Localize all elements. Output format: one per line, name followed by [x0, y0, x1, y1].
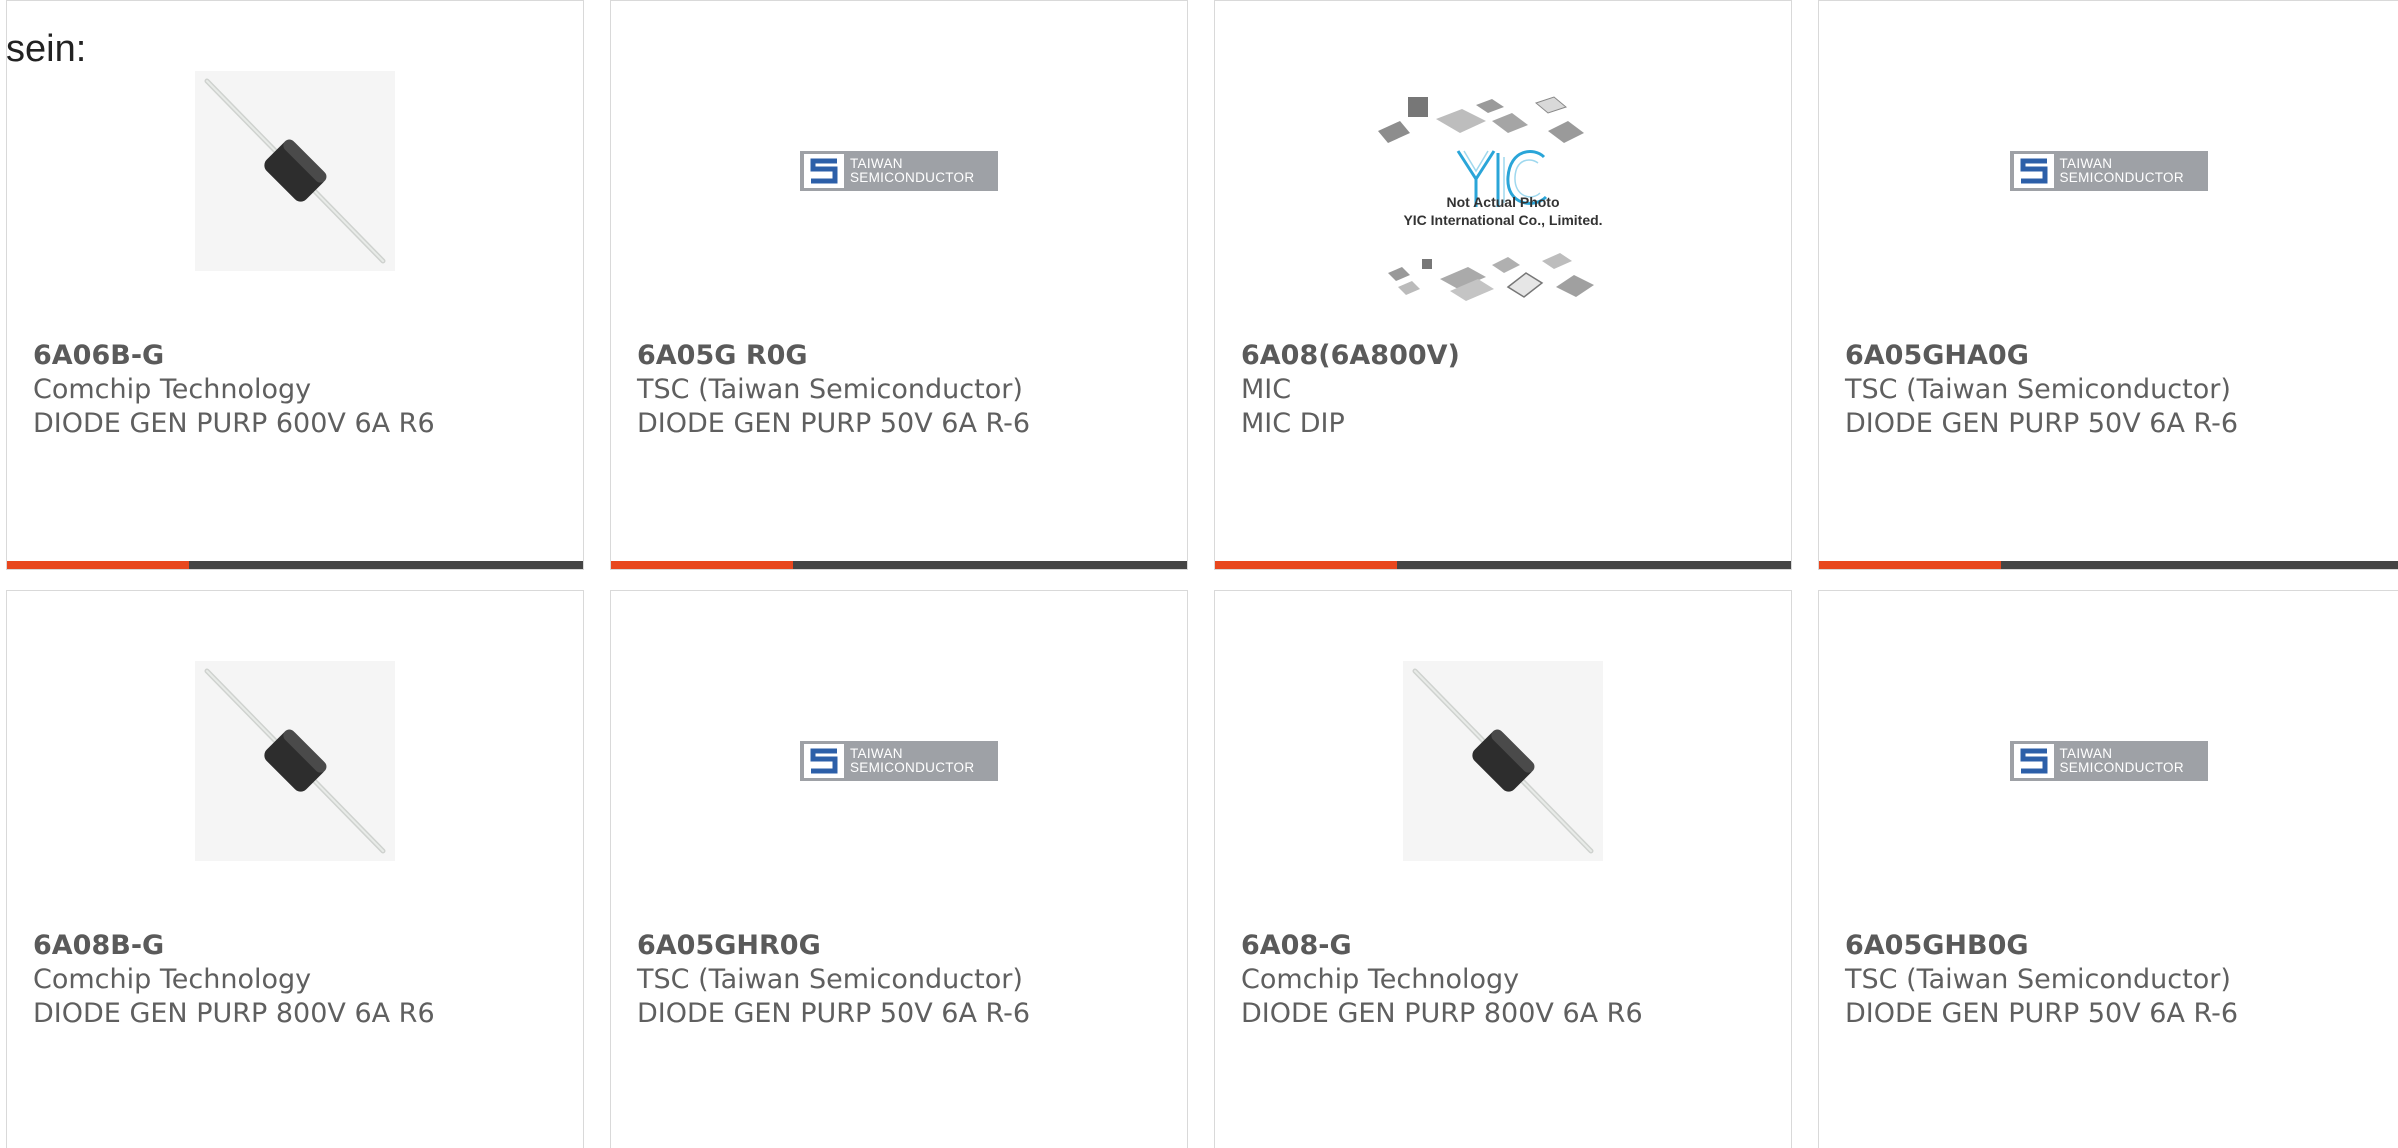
diode-icon: [1403, 661, 1603, 861]
part-number-link[interactable]: 6A05GHA0G: [1845, 339, 2238, 373]
product-card[interactable]: TAIWAN SEMICONDUCTOR 6A05GHR0G TSC (Taiw…: [610, 590, 1188, 1148]
taiwan-semiconductor-logo: TAIWAN SEMICONDUCTOR: [800, 151, 998, 191]
manufacturer: Comchip Technology: [1241, 964, 1520, 995]
product-card[interactable]: 6A06B-G Comchip Technology DIODE GEN PUR…: [6, 0, 584, 570]
description: DIODE GEN PURP 800V 6A R6: [33, 998, 435, 1029]
description: DIODE GEN PURP 50V 6A R-6: [637, 408, 1031, 439]
part-number-link[interactable]: 6A05G R0G: [637, 339, 1030, 373]
part-number-link[interactable]: 6A08(6A800V): [1241, 339, 1460, 373]
product-info: 6A05GHB0G TSC (Taiwan Semiconductor) DIO…: [1845, 929, 2238, 1031]
product-image[interactable]: [7, 651, 583, 871]
description: DIODE GEN PURP 600V 6A R6: [33, 408, 435, 439]
tsc-mark-icon: [804, 154, 844, 188]
product-info: 6A08-G Comchip Technology DIODE GEN PURP…: [1241, 929, 1643, 1031]
product-image[interactable]: TAIWAN SEMICONDUCTOR: [1819, 61, 2398, 281]
manufacturer: Comchip Technology: [33, 374, 312, 405]
product-image[interactable]: [7, 61, 583, 281]
product-image[interactable]: Not Actual Photo YIC International Co., …: [1215, 61, 1791, 341]
product-card[interactable]: TAIWAN SEMICONDUCTOR 6A05GHA0G TSC (Taiw…: [1818, 0, 2398, 570]
logo-text: TAIWAN SEMICONDUCTOR: [850, 156, 975, 185]
chip-collage-icon: [1378, 96, 1594, 301]
card-bottom-bar: [611, 561, 1187, 569]
yic-placeholder-image: Not Actual Photo YIC International Co., …: [1358, 61, 1648, 311]
manufacturer: TSC (Taiwan Semiconductor): [637, 964, 1023, 995]
part-number-link[interactable]: 6A08-G: [1241, 929, 1643, 963]
placeholder-caption: Not Actual Photo YIC International Co., …: [1403, 194, 1603, 228]
description: MIC DIP: [1241, 408, 1345, 439]
card-accent: [1819, 561, 2001, 569]
tsc-mark-icon: [2013, 154, 2054, 188]
card-accent: [611, 561, 793, 569]
card-bottom-bar: [1819, 561, 2398, 569]
taiwan-semiconductor-logo: TAIWAN SEMICONDUCTOR: [2009, 151, 2208, 191]
description: DIODE GEN PURP 50V 6A R-6: [637, 998, 1031, 1029]
tsc-mark-icon: [2013, 744, 2054, 778]
manufacturer: MIC: [1241, 374, 1292, 405]
tsc-mark-icon: [804, 744, 844, 778]
product-card[interactable]: 6A08-G Comchip Technology DIODE GEN PURP…: [1214, 590, 1792, 1148]
product-info: 6A08(6A800V) MIC MIC DIP: [1241, 339, 1460, 441]
description: DIODE GEN PURP 50V 6A R-6: [1845, 408, 2239, 439]
logo-text: TAIWAN SEMICONDUCTOR: [850, 746, 975, 775]
taiwan-semiconductor-logo: TAIWAN SEMICONDUCTOR: [2009, 741, 2208, 781]
manufacturer: Comchip Technology: [33, 964, 312, 995]
card-accent: [1215, 561, 1397, 569]
card-accent: [7, 561, 189, 569]
manufacturer: TSC (Taiwan Semiconductor): [1845, 964, 2231, 995]
part-number-link[interactable]: 6A05GHR0G: [637, 929, 1030, 963]
part-number-link[interactable]: 6A08B-G: [33, 929, 435, 963]
part-number-link[interactable]: 6A06B-G: [33, 339, 435, 373]
product-card[interactable]: Not Actual Photo YIC International Co., …: [1214, 0, 1792, 570]
logo-text: TAIWAN SEMICONDUCTOR: [2059, 156, 2184, 185]
description: DIODE GEN PURP 800V 6A R6: [1241, 998, 1643, 1029]
diode-icon: [195, 71, 395, 271]
product-info: 6A05GHA0G TSC (Taiwan Semiconductor) DIO…: [1845, 339, 2238, 441]
product-info: 6A05G R0G TSC (Taiwan Semiconductor) DIO…: [637, 339, 1030, 441]
product-info: 6A05GHR0G TSC (Taiwan Semiconductor) DIO…: [637, 929, 1030, 1031]
description: DIODE GEN PURP 50V 6A R-6: [1845, 998, 2239, 1029]
intro-text: sein:: [6, 28, 87, 70]
taiwan-semiconductor-logo: TAIWAN SEMICONDUCTOR: [800, 741, 998, 781]
product-image[interactable]: [1215, 651, 1791, 871]
product-card[interactable]: TAIWAN SEMICONDUCTOR 6A05GHB0G TSC (Taiw…: [1818, 590, 2398, 1148]
card-bottom-bar: [7, 561, 583, 569]
manufacturer: TSC (Taiwan Semiconductor): [637, 374, 1023, 405]
logo-text: TAIWAN SEMICONDUCTOR: [2059, 746, 2184, 775]
part-number-link[interactable]: 6A05GHB0G: [1845, 929, 2238, 963]
product-card[interactable]: TAIWAN SEMICONDUCTOR 6A05G R0G TSC (Taiw…: [610, 0, 1188, 570]
product-grid-page: sein: 6A06B-G Comchip Technology DIODE G…: [0, 0, 2398, 1148]
product-image[interactable]: TAIWAN SEMICONDUCTOR: [611, 61, 1187, 281]
card-bottom-bar: [1215, 561, 1791, 569]
product-info: 6A08B-G Comchip Technology DIODE GEN PUR…: [33, 929, 435, 1031]
manufacturer: TSC (Taiwan Semiconductor): [1845, 374, 2231, 405]
product-image[interactable]: TAIWAN SEMICONDUCTOR: [611, 651, 1187, 871]
product-card[interactable]: 6A08B-G Comchip Technology DIODE GEN PUR…: [6, 590, 584, 1148]
product-info: 6A06B-G Comchip Technology DIODE GEN PUR…: [33, 339, 435, 441]
diode-icon: [195, 661, 395, 861]
product-image[interactable]: TAIWAN SEMICONDUCTOR: [1819, 651, 2398, 871]
